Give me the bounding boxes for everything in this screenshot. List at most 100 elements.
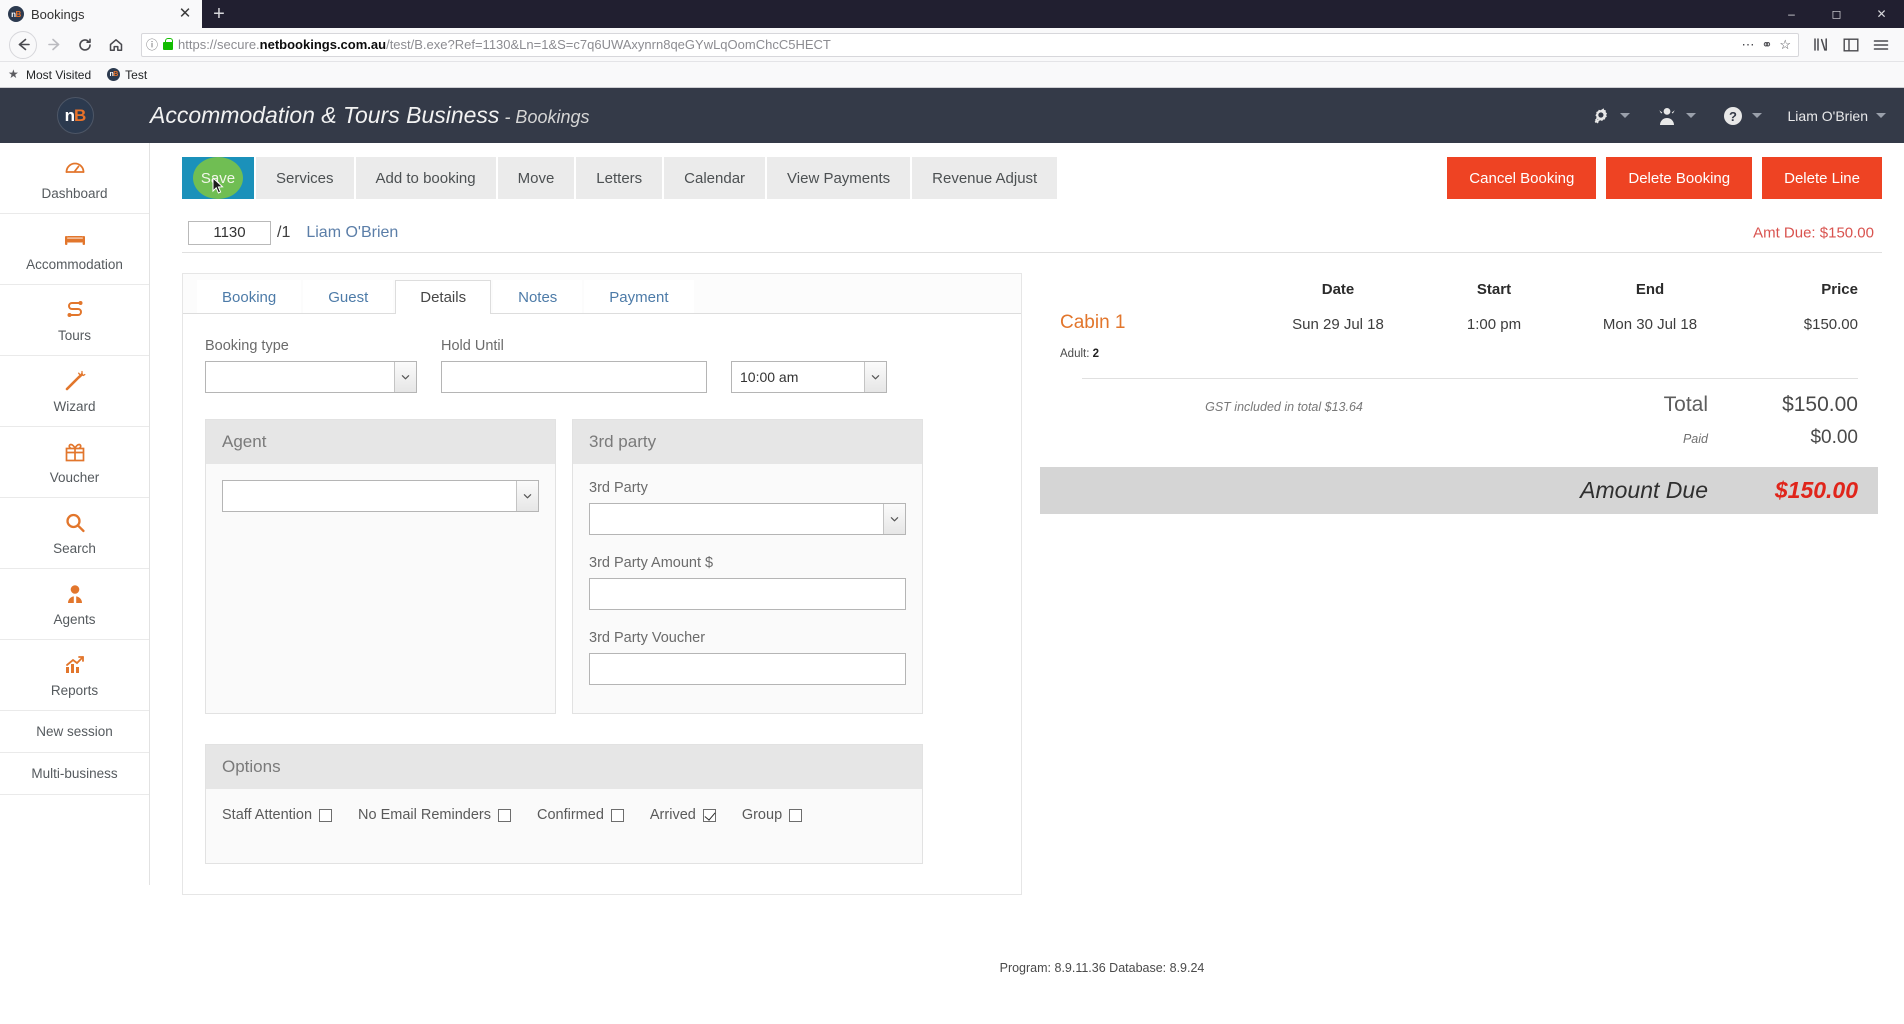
hold-until-time-select[interactable]: 10:00 am <box>731 361 887 393</box>
forward-arrow-icon[interactable] <box>40 31 68 59</box>
nb-favicon-icon: nB <box>8 6 24 22</box>
main-content: Save Services Add to booking Move Letter… <box>150 143 1904 1013</box>
tab-details[interactable]: Details <box>395 280 492 314</box>
hold-until-time-value: 10:00 am <box>740 369 799 385</box>
sidebar-item-dashboard[interactable]: Dashboard <box>0 143 149 214</box>
netbookings-logo[interactable]: nB <box>0 97 150 134</box>
chevron-down-icon <box>516 481 538 511</box>
tab-guest[interactable]: Guest <box>303 280 394 313</box>
booking-detail-panel: Booking Guest Details Notes Payment Book… <box>182 273 1022 895</box>
staff-attention-checkbox[interactable] <box>319 808 333 822</box>
no-email-reminders-checkbox[interactable] <box>498 808 511 822</box>
tab-booking[interactable]: Booking <box>197 280 302 313</box>
row-item-name[interactable]: Cabin 1 <box>1060 312 1260 334</box>
close-icon[interactable]: ✕ <box>1859 0 1904 28</box>
bed-icon <box>63 227 87 251</box>
add-to-booking-button[interactable]: Add to booking <box>355 157 498 199</box>
gift-icon <box>63 440 87 464</box>
sidebar-item-agents[interactable]: Agents <box>0 569 149 640</box>
sidebar-item-search[interactable]: Search <box>0 498 149 569</box>
delete-line-button[interactable]: Delete Line <box>1762 157 1882 199</box>
gauge-icon <box>63 156 87 180</box>
library-icon[interactable] <box>1807 31 1835 59</box>
sidebar-item-label: Multi-business <box>31 766 118 781</box>
tab-notes[interactable]: Notes <box>493 280 583 313</box>
view-payments-button[interactable]: View Payments <box>767 157 913 199</box>
third-party-select[interactable] <box>589 503 906 535</box>
minimize-icon[interactable]: – <box>1769 0 1814 28</box>
option-arrived[interactable]: Arrived <box>650 807 716 823</box>
bookmark-test[interactable]: nB Test <box>107 68 147 82</box>
total-value: $150.00 <box>1782 393 1858 416</box>
table-row[interactable]: Cabin 1 Sun 29 Jul 18 1:00 pm Mon 30 Jul… <box>1040 312 1878 334</box>
sidebar-item-tours[interactable]: Tours <box>0 285 149 356</box>
letters-button[interactable]: Letters <box>576 157 665 199</box>
bookmark-label: Most Visited <box>26 67 92 82</box>
page-title: Accommodation & Tours Business - Booking… <box>150 102 589 129</box>
option-staff-attention[interactable]: Staff Attention <box>222 807 333 823</box>
third-party-amount-input[interactable] <box>589 578 906 610</box>
settings-menu[interactable] <box>1590 105 1630 127</box>
sidebar-item-new-session[interactable]: New session <box>0 711 149 753</box>
paid-label: Paid <box>1682 432 1708 446</box>
options-card-title: Options <box>206 745 922 789</box>
shield-icon[interactable]: ⚭ <box>1761 37 1772 53</box>
option-no-email-reminders[interactable]: No Email Reminders <box>358 807 511 823</box>
plus-icon[interactable]: + <box>202 0 236 28</box>
sidebar-item-label: Dashboard <box>41 185 108 201</box>
agent-user-icon <box>63 582 87 606</box>
tab-payment[interactable]: Payment <box>584 280 694 313</box>
booking-ref-input[interactable] <box>188 220 271 245</box>
option-group[interactable]: Group <box>742 807 803 823</box>
arrived-checkbox[interactable] <box>702 808 716 822</box>
sidebar-icon[interactable] <box>1837 31 1865 59</box>
calendar-button[interactable]: Calendar <box>664 157 768 199</box>
chevron-down-icon <box>883 504 905 534</box>
maximize-icon[interactable]: ◻ <box>1814 0 1859 28</box>
sidebar-item-label: Reports <box>50 682 99 698</box>
cancel-booking-button[interactable]: Cancel Booking <box>1447 157 1597 199</box>
third-party-voucher-input[interactable] <box>589 653 906 685</box>
close-icon[interactable]: ✕ <box>176 5 194 23</box>
header-actions: ? Liam O'Brien <box>1590 88 1886 143</box>
delete-booking-button[interactable]: Delete Booking <box>1606 157 1753 199</box>
action-toolbar: Save Services Add to booking Move Letter… <box>182 157 1882 199</box>
url-bar[interactable]: ⓘ https://secure.netbookings.com.au/test… <box>141 32 1799 57</box>
move-button[interactable]: Move <box>497 157 577 199</box>
help-menu[interactable]: ? <box>1722 105 1762 127</box>
account-name: Liam O'Brien <box>1787 107 1868 124</box>
home-icon[interactable] <box>102 31 130 59</box>
sidebar-item-voucher[interactable]: Voucher <box>0 427 149 498</box>
options-card: Options Staff Attention No Email Reminde… <box>205 744 923 864</box>
reload-icon[interactable] <box>71 31 99 59</box>
services-button[interactable]: Services <box>256 157 356 199</box>
pax-label: Adult: <box>1060 348 1090 360</box>
paid-row: Paid $0.00 <box>1040 417 1878 465</box>
sidebar-item-multi-business[interactable]: Multi-business <box>0 753 149 795</box>
save-button[interactable]: Save <box>182 157 256 199</box>
ellipsis-icon[interactable]: ⋯ <box>1741 37 1754 53</box>
sidebar-item-reports[interactable]: Reports <box>0 640 149 711</box>
account-menu[interactable]: Liam O'Brien <box>1788 108 1886 124</box>
booking-type-select[interactable] <box>205 361 417 393</box>
agent-select[interactable] <box>222 480 539 512</box>
hamburger-menu-icon[interactable] <box>1867 31 1895 59</box>
total-row: GST included in total $13.64 Total $150.… <box>1040 379 1878 417</box>
option-confirmed[interactable]: Confirmed <box>537 807 624 823</box>
svg-text:?: ? <box>1729 109 1737 124</box>
amount-due-badge: Amt Due: $150.00 <box>1753 224 1874 241</box>
hold-until-date-input[interactable] <box>441 361 707 393</box>
staff-menu[interactable] <box>1656 105 1696 127</box>
back-arrow-icon[interactable] <box>9 30 37 59</box>
sidebar-item-accommodation[interactable]: Accommodation <box>0 214 149 285</box>
browser-tab[interactable]: nB Bookings ✕ <box>0 0 202 28</box>
info-icon[interactable]: ⓘ <box>146 36 158 53</box>
star-outline-icon[interactable]: ☆ <box>1779 37 1791 53</box>
bookmark-most-visited[interactable]: ★ Most Visited <box>8 68 91 82</box>
guest-name-link[interactable]: Liam O'Brien <box>306 224 398 242</box>
revenue-adjust-button[interactable]: Revenue Adjust <box>912 157 1060 199</box>
group-checkbox[interactable] <box>789 808 803 822</box>
amount-due-label: Amount Due <box>1580 477 1708 503</box>
confirmed-checkbox[interactable] <box>610 808 624 822</box>
sidebar-item-wizard[interactable]: Wizard <box>0 356 149 427</box>
